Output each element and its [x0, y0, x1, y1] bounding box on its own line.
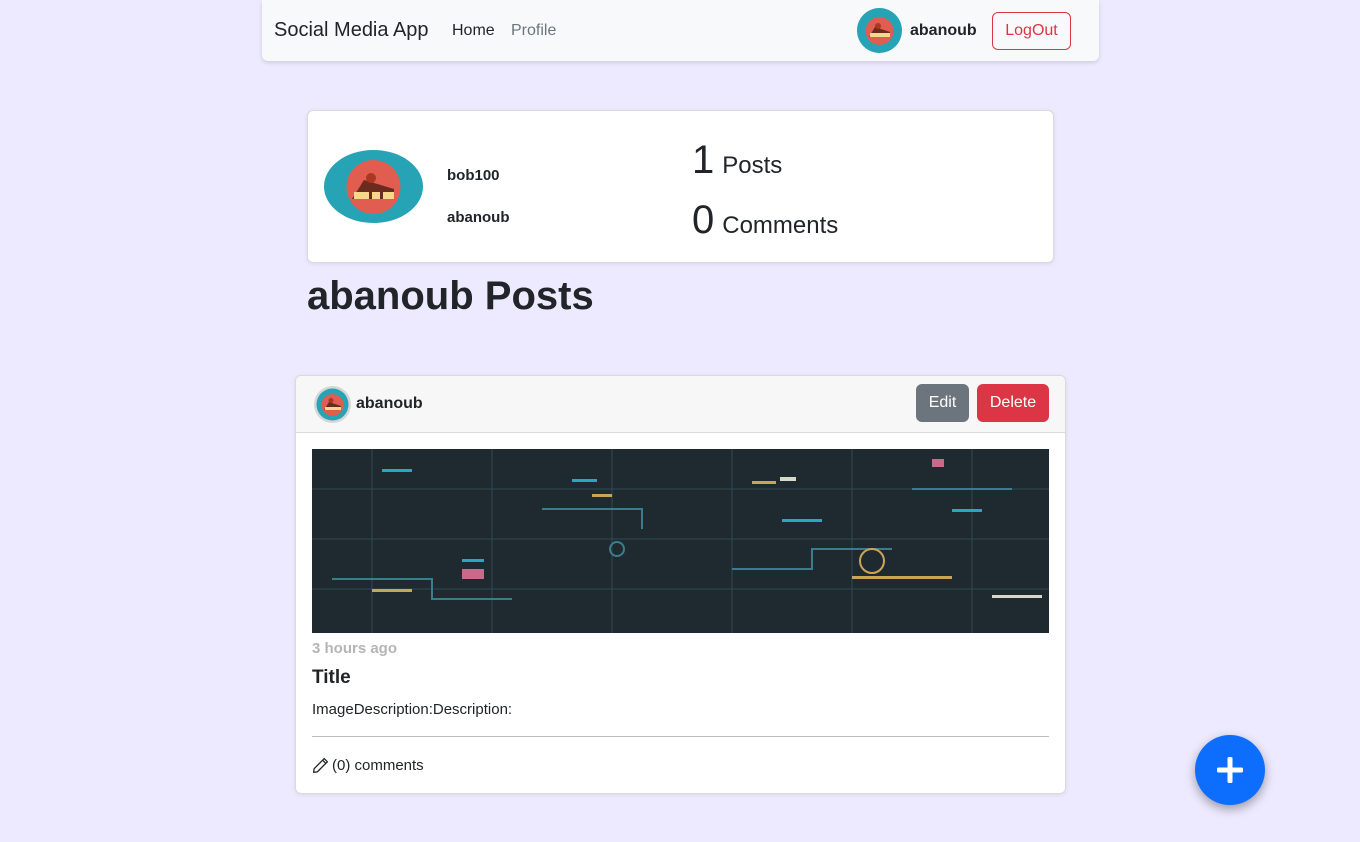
post-image[interactable] [312, 449, 1049, 633]
post-title: Title [312, 667, 351, 688]
post-description: ImageDescription:Description: [312, 701, 513, 718]
plus-icon [1217, 757, 1243, 783]
user-avatar-icon [857, 8, 902, 53]
post-comments-link[interactable]: (0) comments [312, 757, 424, 774]
pencil-icon [312, 757, 329, 774]
posts-count: 1 [692, 138, 715, 182]
post-timestamp: 3 hours ago [312, 640, 398, 657]
nav-link-home[interactable]: Home [452, 22, 495, 40]
nav-link-profile[interactable]: Profile [511, 22, 556, 40]
edit-post-button[interactable]: Edit [916, 384, 969, 422]
navbar: Social Media App Home Profile abanoub Lo… [262, 0, 1099, 61]
post-author[interactable]: abanoub [356, 395, 423, 413]
posts-label: Posts [722, 152, 783, 179]
navbar-brand[interactable]: Social Media App [274, 19, 429, 42]
profile-avatar-icon [324, 150, 423, 223]
post-header: abanoub Edit Delete [296, 376, 1065, 433]
add-post-button[interactable] [1195, 735, 1265, 805]
profile-handle: bob100 [447, 167, 500, 184]
post-author-avatar-icon [314, 386, 351, 423]
comments-count: 0 [692, 198, 715, 242]
page-title: abanoub Posts [307, 274, 594, 318]
logout-button[interactable]: LogOut [992, 12, 1071, 50]
post-comments-label: (0) comments [332, 757, 424, 774]
profile-name: abanoub [447, 209, 510, 226]
comments-stat: 0 Comments [692, 198, 838, 243]
delete-post-button[interactable]: Delete [977, 384, 1049, 422]
navbar-username[interactable]: abanoub [910, 22, 977, 40]
post-divider [312, 736, 1049, 737]
post-card[interactable]: abanoub Edit Delete 3 hours ago Title Im… [295, 375, 1066, 794]
profile-card: bob100 abanoub 1 Posts 0 Comments [307, 110, 1054, 263]
posts-stat: 1 Posts [692, 138, 782, 183]
comments-label: Comments [722, 212, 839, 239]
